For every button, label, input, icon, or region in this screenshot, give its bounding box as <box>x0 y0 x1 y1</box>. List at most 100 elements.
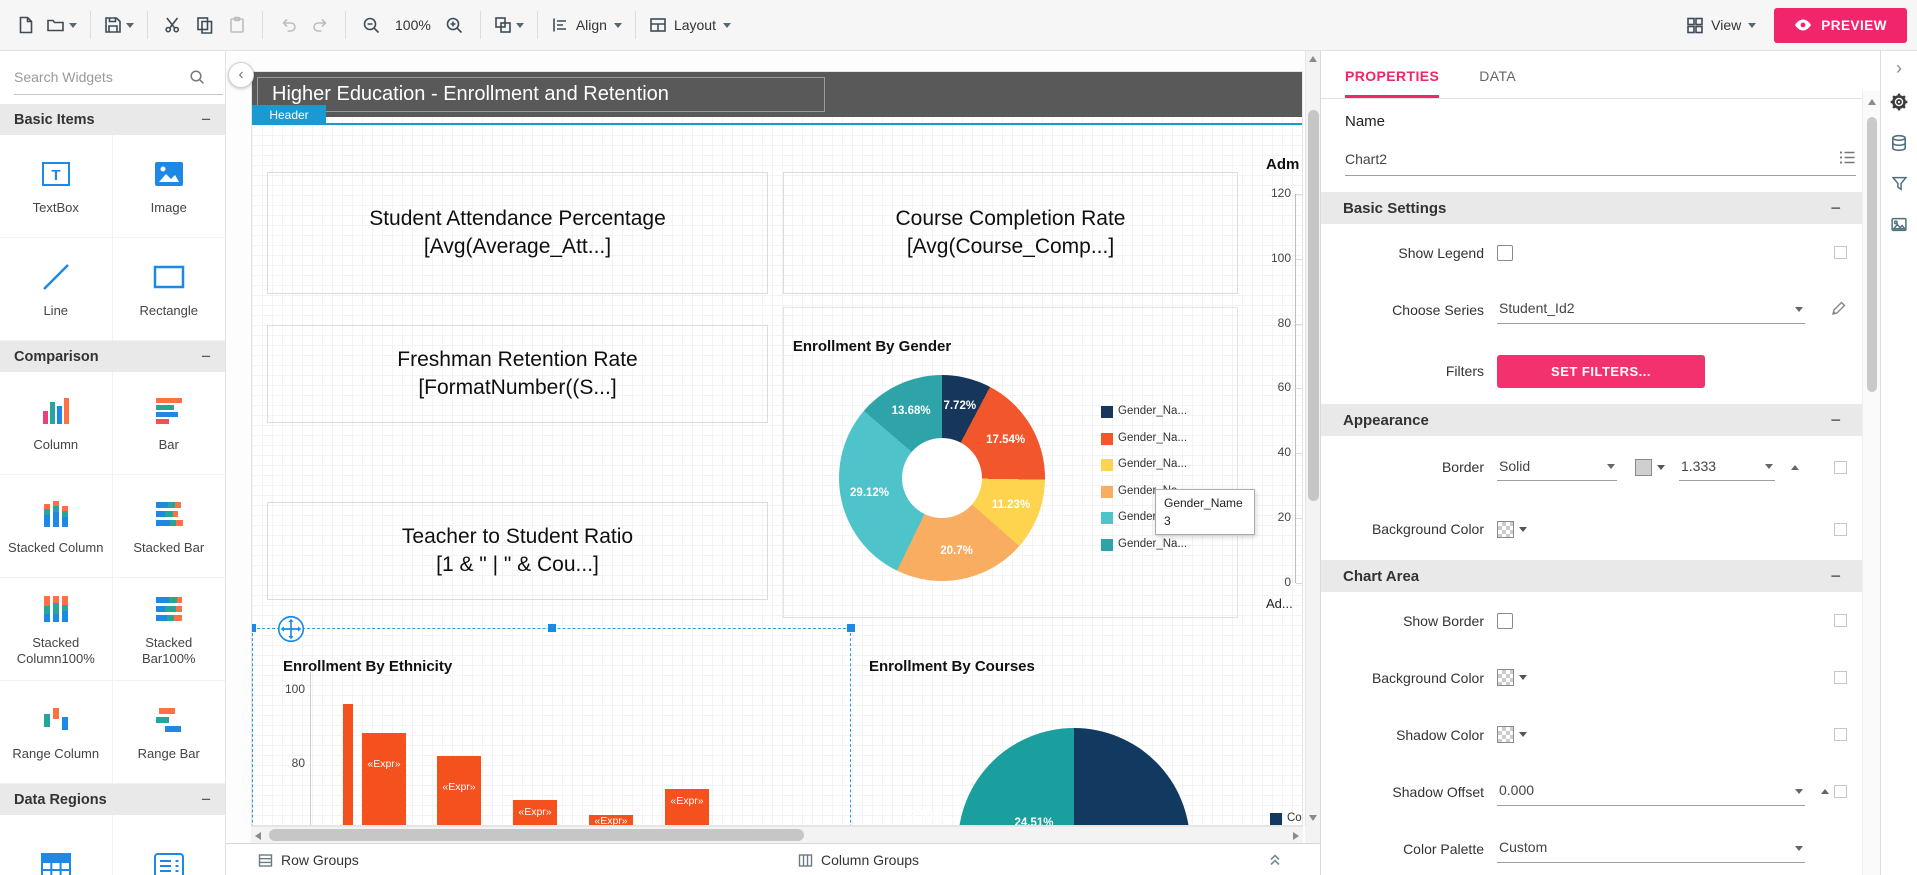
shadow-color-swatch[interactable] <box>1497 726 1514 743</box>
layout-button[interactable]: Layout <box>645 7 735 43</box>
canvas-horizontal-scrollbar[interactable] <box>251 826 1303 843</box>
widget-item-table[interactable] <box>0 815 113 875</box>
widget-item-stacked-bar100[interactable]: Stacked Bar100% <box>112 578 225 681</box>
expression-list-icon[interactable] <box>1839 150 1856 168</box>
group-button[interactable] <box>490 7 528 43</box>
scrollbar-thumb[interactable] <box>1308 110 1319 501</box>
copy-button[interactable] <box>189 7 221 43</box>
search-icon[interactable] <box>189 69 205 88</box>
properties-gear-icon[interactable] <box>1884 81 1914 122</box>
zoom-out-button[interactable] <box>355 7 387 43</box>
scroll-up-arrow[interactable] <box>1867 99 1876 105</box>
spinner-up-icon[interactable] <box>1791 464 1799 470</box>
data-source-icon[interactable] <box>1884 122 1914 163</box>
selection-handle[interactable] <box>548 624 556 632</box>
section-chart-area[interactable]: Chart Area − <box>1321 560 1863 592</box>
selection-handle[interactable] <box>847 624 855 632</box>
paste-button[interactable] <box>221 7 253 43</box>
show-legend-checkbox[interactable] <box>1497 244 1513 261</box>
widget-item-range-bar[interactable]: Range Bar <box>112 681 225 784</box>
filter-icon[interactable] <box>1884 163 1914 204</box>
property-expression-checkbox[interactable] <box>1834 460 1847 474</box>
widget-item-range-column[interactable]: Range Column <box>0 681 113 784</box>
spinner-up-icon[interactable] <box>1821 789 1829 794</box>
align-button[interactable]: Align <box>547 7 626 43</box>
courses-pie-chart[interactable] <box>958 728 1190 825</box>
selection-handle[interactable] <box>252 624 256 632</box>
scroll-right-arrow[interactable] <box>1293 832 1299 840</box>
row-groups-panel[interactable]: Row Groups <box>258 844 359 875</box>
selection-outline[interactable] <box>252 628 851 825</box>
property-expression-checkbox[interactable] <box>1834 785 1847 798</box>
property-expression-checkbox[interactable] <box>1834 728 1847 741</box>
new-report-button[interactable] <box>10 7 42 43</box>
collapse-section-icon[interactable]: − <box>201 110 211 130</box>
panel-expand-chevron[interactable]: › <box>1884 55 1914 81</box>
report-header-band[interactable]: Higher Education - Enrollment and Retent… <box>252 72 1302 117</box>
sidebar-section-header[interactable]: Data Regions − <box>0 784 225 815</box>
widget-item-rectangle[interactable]: Rectangle <box>112 238 225 341</box>
widget-item-stacked-column100[interactable]: Stacked Column100% <box>0 578 113 681</box>
widget-item-image[interactable]: Image <box>112 135 225 238</box>
cut-button[interactable] <box>157 7 189 43</box>
undo-button[interactable] <box>272 7 304 43</box>
scrollbar-thumb[interactable] <box>269 829 804 841</box>
border-style-dropdown[interactable]: Solid <box>1497 453 1617 481</box>
widget-item-line[interactable]: Line <box>0 238 113 341</box>
scroll-down-arrow[interactable] <box>1309 815 1317 821</box>
collapse-section-icon[interactable]: − <box>201 347 211 367</box>
tab-properties[interactable]: PROPERTIES <box>1345 68 1440 98</box>
report-design-surface[interactable]: Higher Education - Enrollment and Retent… <box>251 71 1303 826</box>
sidebar-collapse-button[interactable]: ‹ <box>228 62 254 88</box>
report-title-textbox[interactable]: Higher Education - Enrollment and Retent… <box>257 77 825 112</box>
view-button[interactable]: View <box>1682 7 1760 43</box>
scroll-left-arrow[interactable] <box>255 832 261 840</box>
textbox-student-attendance[interactable]: Student Attendance Percentage [Avg(Averag… <box>267 172 768 294</box>
border-color-swatch[interactable] <box>1635 458 1652 476</box>
widget-item-stacked-bar[interactable]: Stacked Bar <box>112 475 225 578</box>
move-handle-icon[interactable] <box>277 615 305 643</box>
open-report-button[interactable] <box>42 7 81 43</box>
sidebar-section-header[interactable]: Comparison − <box>0 341 225 372</box>
properties-scrollbar[interactable] <box>1862 91 1880 875</box>
set-filters-button[interactable]: SET FILTERS... <box>1497 354 1705 388</box>
widget-item-column[interactable]: Column <box>0 372 113 475</box>
name-input[interactable]: Chart2 <box>1345 142 1856 176</box>
background-color-swatch[interactable] <box>1497 520 1514 538</box>
collapse-groups-button[interactable] <box>1268 851 1282 870</box>
chevron-down-icon[interactable] <box>1519 675 1527 680</box>
chevron-down-icon[interactable] <box>1519 732 1527 737</box>
collapse-section-icon[interactable]: − <box>1830 566 1841 587</box>
redo-button[interactable] <box>304 7 336 43</box>
save-button[interactable] <box>100 7 138 43</box>
tab-data[interactable]: DATA <box>1479 68 1516 98</box>
zoom-in-button[interactable] <box>439 7 471 43</box>
property-expression-checkbox[interactable] <box>1834 614 1847 627</box>
header-section-tab[interactable]: Header <box>252 105 326 124</box>
image-library-icon[interactable] <box>1884 204 1914 245</box>
property-expression-checkbox[interactable] <box>1834 522 1847 536</box>
scrollbar-thumb[interactable] <box>1867 117 1877 392</box>
section-basic-settings[interactable]: Basic Settings − <box>1321 192 1863 224</box>
textbox-course-completion[interactable]: Course Completion Rate [Avg(Course_Comp..… <box>783 172 1238 294</box>
section-appearance[interactable]: Appearance − <box>1321 404 1863 436</box>
color-palette-dropdown[interactable]: Custom <box>1497 835 1805 863</box>
canvas-vertical-scrollbar[interactable] <box>1305 51 1320 826</box>
widget-item-textbox[interactable]: T TextBox <box>0 135 113 238</box>
border-width-input[interactable]: 1.333 <box>1679 453 1775 481</box>
sidebar-section-header[interactable]: Basic Items − <box>0 104 225 135</box>
shadow-offset-input[interactable]: 0.000 <box>1497 778 1805 806</box>
textbox-teacher-student-ratio[interactable]: Teacher to Student Ratio [1 & " | " & Cou… <box>267 502 768 600</box>
collapse-section-icon[interactable]: − <box>1830 410 1841 431</box>
widget-item-bar[interactable]: Bar <box>112 372 225 475</box>
widget-item-list[interactable] <box>112 815 225 875</box>
chevron-down-icon[interactable] <box>1657 464 1665 470</box>
edit-series-pencil-icon[interactable] <box>1831 300 1847 319</box>
widget-item-stacked-column[interactable]: Stacked Column <box>0 475 113 578</box>
chevron-down-icon[interactable] <box>1519 526 1527 532</box>
preview-button[interactable]: PREVIEW <box>1774 7 1907 43</box>
property-expression-checkbox[interactable] <box>1834 671 1847 684</box>
choose-series-dropdown[interactable]: Student_Id2 <box>1497 296 1805 324</box>
show-border-checkbox[interactable] <box>1497 612 1513 629</box>
textbox-freshman-retention[interactable]: Freshman Retention Rate [FormatNumber((S.… <box>267 325 768 423</box>
